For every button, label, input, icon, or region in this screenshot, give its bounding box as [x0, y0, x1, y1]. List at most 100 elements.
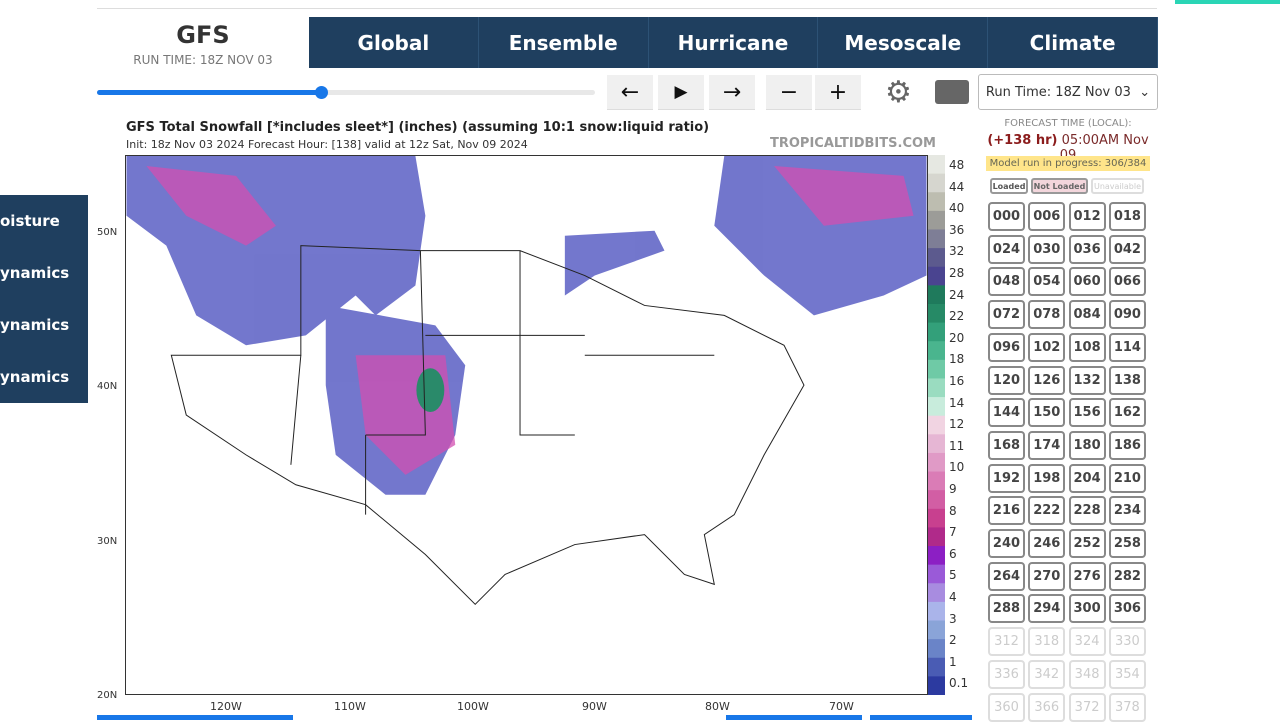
play-button[interactable]: ▶	[658, 75, 704, 110]
forecast-hour-button[interactable]: 204	[1068, 463, 1106, 493]
colorbar-swatch	[928, 527, 945, 547]
forecast-hour-button[interactable]: 156	[1068, 398, 1106, 428]
forecast-hour-button[interactable]: 252	[1068, 529, 1106, 558]
forecast-hour-button[interactable]: 036	[1068, 234, 1106, 264]
forecast-hour-button[interactable]: 126	[1028, 365, 1066, 395]
colorbar-swatch	[928, 229, 945, 249]
colorbar-swatch	[928, 322, 945, 342]
forecast-hour-button[interactable]: 276	[1068, 561, 1106, 591]
forecast-hour-button[interactable]: 090	[1108, 300, 1146, 330]
model-name: GFS	[176, 21, 230, 49]
forecast-hour-button[interactable]: 210	[1108, 463, 1146, 493]
forecast-hour-button[interactable]: 192	[988, 463, 1025, 493]
zoom-in-button[interactable]: +	[815, 75, 861, 110]
colorbar-swatch	[928, 415, 945, 435]
lat-label: 50N	[97, 227, 118, 238]
forecast-hour-button[interactable]: 228	[1068, 496, 1106, 526]
forecast-hour-button[interactable]: 282	[1108, 561, 1146, 591]
prev-button[interactable]: ←	[607, 75, 653, 110]
forecast-hour-button[interactable]: 000	[988, 202, 1025, 231]
nav-ensemble[interactable]: Ensemble	[479, 17, 649, 68]
run-time-select[interactable]: Run Time: 18Z Nov 03 ⌄	[978, 74, 1158, 110]
colorbar-swatch	[928, 397, 945, 417]
slider-handle[interactable]	[315, 86, 329, 99]
lat-label: 30N	[97, 536, 118, 547]
forecast-hour-button[interactable]: 024	[988, 234, 1025, 264]
forecast-hour-button: 336	[988, 659, 1025, 689]
forecast-hour-button[interactable]: 300	[1068, 594, 1106, 624]
forecast-hour-button[interactable]: 048	[988, 267, 1025, 297]
forecast-hour-button[interactable]: 174	[1028, 430, 1066, 460]
forecast-hour-button[interactable]: 060	[1068, 267, 1106, 297]
snowfall-map[interactable]	[125, 155, 928, 695]
forecast-hour-button[interactable]: 258	[1108, 529, 1146, 558]
colorbar-label: 5	[949, 568, 957, 583]
time-slider[interactable]	[97, 86, 595, 99]
zoom-out-button[interactable]: −	[766, 75, 812, 110]
forecast-hour-button[interactable]: 270	[1028, 561, 1066, 591]
forecast-hour-button[interactable]: 012	[1068, 202, 1106, 231]
colorbar-swatch	[928, 248, 945, 268]
forecast-hour-button[interactable]: 198	[1028, 463, 1066, 493]
forecast-hour-button[interactable]: 054	[1028, 267, 1066, 297]
colorbar-label: 36	[949, 222, 965, 237]
forecast-hour-button[interactable]: 150	[1028, 398, 1066, 428]
forecast-hour-button[interactable]: 102	[1028, 332, 1066, 362]
forecast-hour-button[interactable]: 264	[988, 561, 1025, 591]
sidebar-item-dynamics[interactable]: ynamics	[0, 299, 88, 351]
forecast-hour-button[interactable]: 138	[1108, 365, 1146, 395]
forecast-hour-button[interactable]: 120	[988, 365, 1025, 395]
forecast-hour-button[interactable]: 066	[1108, 267, 1146, 297]
forecast-hour-button[interactable]: 018	[1108, 202, 1146, 231]
colorbar-swatch	[928, 155, 945, 175]
sidebar-item-moisture[interactable]: oisture	[0, 195, 88, 247]
next-button[interactable]: →	[709, 75, 755, 110]
gear-icon[interactable]: ⚙	[885, 75, 912, 110]
run-time-value: Run Time: 18Z Nov 03	[985, 84, 1131, 100]
forecast-hour-button[interactable]: 246	[1028, 529, 1066, 558]
colorbar-swatch	[928, 657, 945, 677]
forecast-hour-button[interactable]: 288	[988, 594, 1025, 624]
site-watermark: TROPICALTIDBITS.COM	[770, 136, 936, 151]
colorbar-label: 40	[949, 201, 965, 216]
colorbar-swatch	[928, 210, 945, 230]
forecast-hour-button[interactable]: 306	[1108, 594, 1146, 624]
forecast-hour-button[interactable]: 186	[1108, 430, 1146, 460]
forecast-hour-button[interactable]: 072	[988, 300, 1025, 330]
forecast-hour-button[interactable]: 216	[988, 496, 1025, 526]
nav-hurricane[interactable]: Hurricane	[649, 17, 819, 68]
forecast-hour-button[interactable]: 132	[1068, 365, 1106, 395]
lon-label: 80W	[705, 700, 730, 713]
forecast-hour-button[interactable]: 084	[1068, 300, 1106, 330]
run-time: RUN TIME: 18Z NOV 03	[133, 53, 273, 67]
colorbar-swatch	[928, 266, 945, 286]
forecast-hour-button[interactable]: 168	[988, 430, 1025, 460]
nav-climate[interactable]: Climate	[988, 17, 1158, 68]
model-progress: Model run in progress: 306/384	[986, 156, 1150, 171]
forecast-hour-button[interactable]: 030	[1028, 234, 1066, 264]
lat-label: 40N	[97, 381, 118, 392]
forecast-hour-button[interactable]: 108	[1068, 332, 1106, 362]
nav-global[interactable]: Global	[309, 17, 479, 68]
colorbar-swatch	[928, 173, 945, 193]
forecast-hour-button[interactable]: 234	[1108, 496, 1146, 526]
sidebar-item-dynamics[interactable]: ynamics	[0, 351, 88, 403]
forecast-hour-button[interactable]: 294	[1028, 594, 1066, 624]
forecast-hour-button[interactable]: 144	[988, 398, 1025, 428]
forecast-hour-button[interactable]: 006	[1028, 202, 1066, 231]
forecast-hour-button[interactable]: 096	[988, 332, 1025, 362]
forecast-hour-button[interactable]: 240	[988, 529, 1025, 558]
forecast-hour-button[interactable]: 114	[1108, 332, 1146, 362]
forecast-hour-button[interactable]: 042	[1108, 234, 1146, 264]
forecast-hour-button[interactable]: 078	[1028, 300, 1066, 330]
colorbar-label: 12	[949, 417, 965, 432]
forecast-hour-button[interactable]: 222	[1028, 496, 1066, 526]
sidebar-item-dynamics[interactable]: ynamics	[0, 247, 88, 299]
nav-mesoscale[interactable]: Mesoscale	[818, 17, 989, 68]
lon-label: 90W	[582, 700, 607, 713]
keyboard-icon[interactable]	[935, 80, 969, 104]
forecast-hour-button[interactable]: 162	[1108, 398, 1146, 428]
colorbar-swatch	[928, 490, 945, 510]
forecast-hour-button[interactable]: 180	[1068, 430, 1106, 460]
legend-loaded: Loaded	[990, 178, 1028, 194]
